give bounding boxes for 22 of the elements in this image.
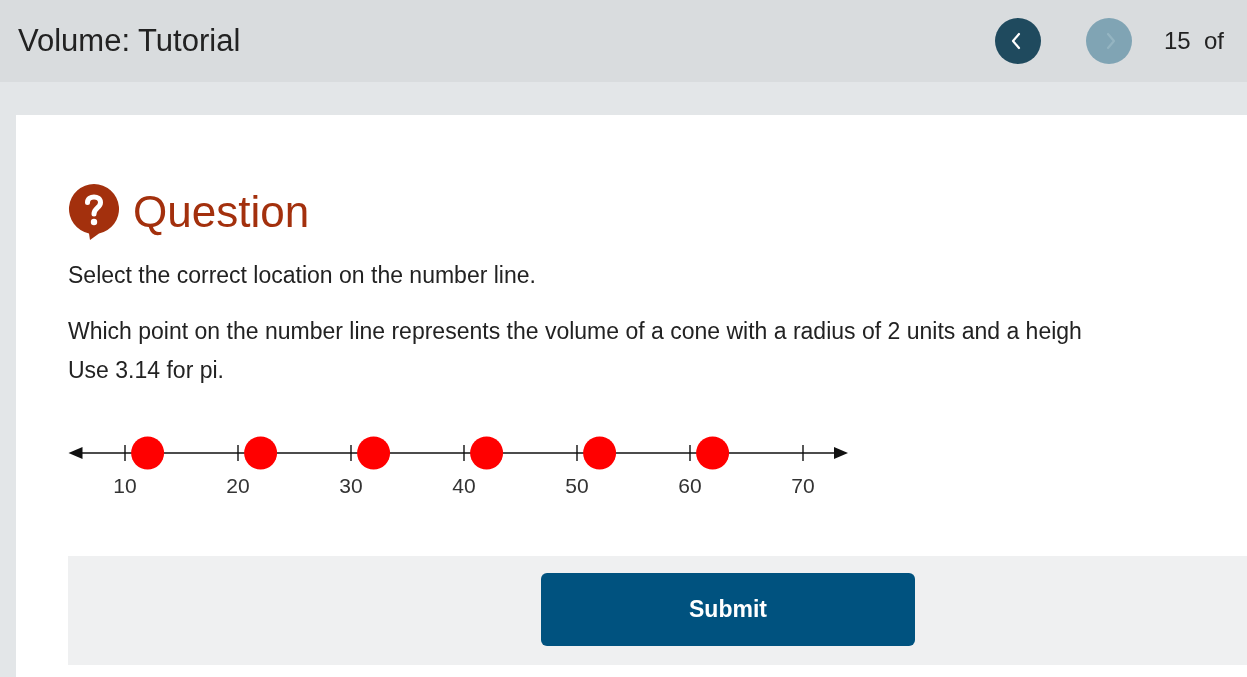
instruction-text: Select the correct location on the number line. xyxy=(68,261,536,290)
point-marker[interactable] xyxy=(131,436,165,470)
question-bubble-icon xyxy=(68,183,120,240)
point-marker[interactable] xyxy=(696,436,730,470)
point-marker[interactable] xyxy=(244,436,278,470)
point-marker[interactable] xyxy=(583,436,617,470)
question-heading: Question xyxy=(133,189,310,234)
tick-label: 30 xyxy=(339,474,363,497)
tick-label: 70 xyxy=(791,474,815,497)
lesson-title: Volume: Tutorial xyxy=(18,23,241,59)
question-text: Which point on the number line represents the volume of a cone with a radius of 2 units and a heigh xyxy=(68,317,1082,346)
tick-label: 60 xyxy=(678,474,702,497)
tick-label: 50 xyxy=(565,474,589,497)
previous-button[interactable] xyxy=(994,18,1041,64)
page-counter: 15 of xyxy=(1163,27,1224,55)
submit-button[interactable]: Submit xyxy=(541,573,915,646)
tick-label: 40 xyxy=(452,474,476,497)
question-text: Use 3.14 for pi. xyxy=(68,356,224,385)
point-marker[interactable] xyxy=(357,436,391,470)
tick-label: 10 xyxy=(113,474,137,497)
point-marker[interactable] xyxy=(470,436,504,470)
tick-label: 20 xyxy=(226,474,250,497)
